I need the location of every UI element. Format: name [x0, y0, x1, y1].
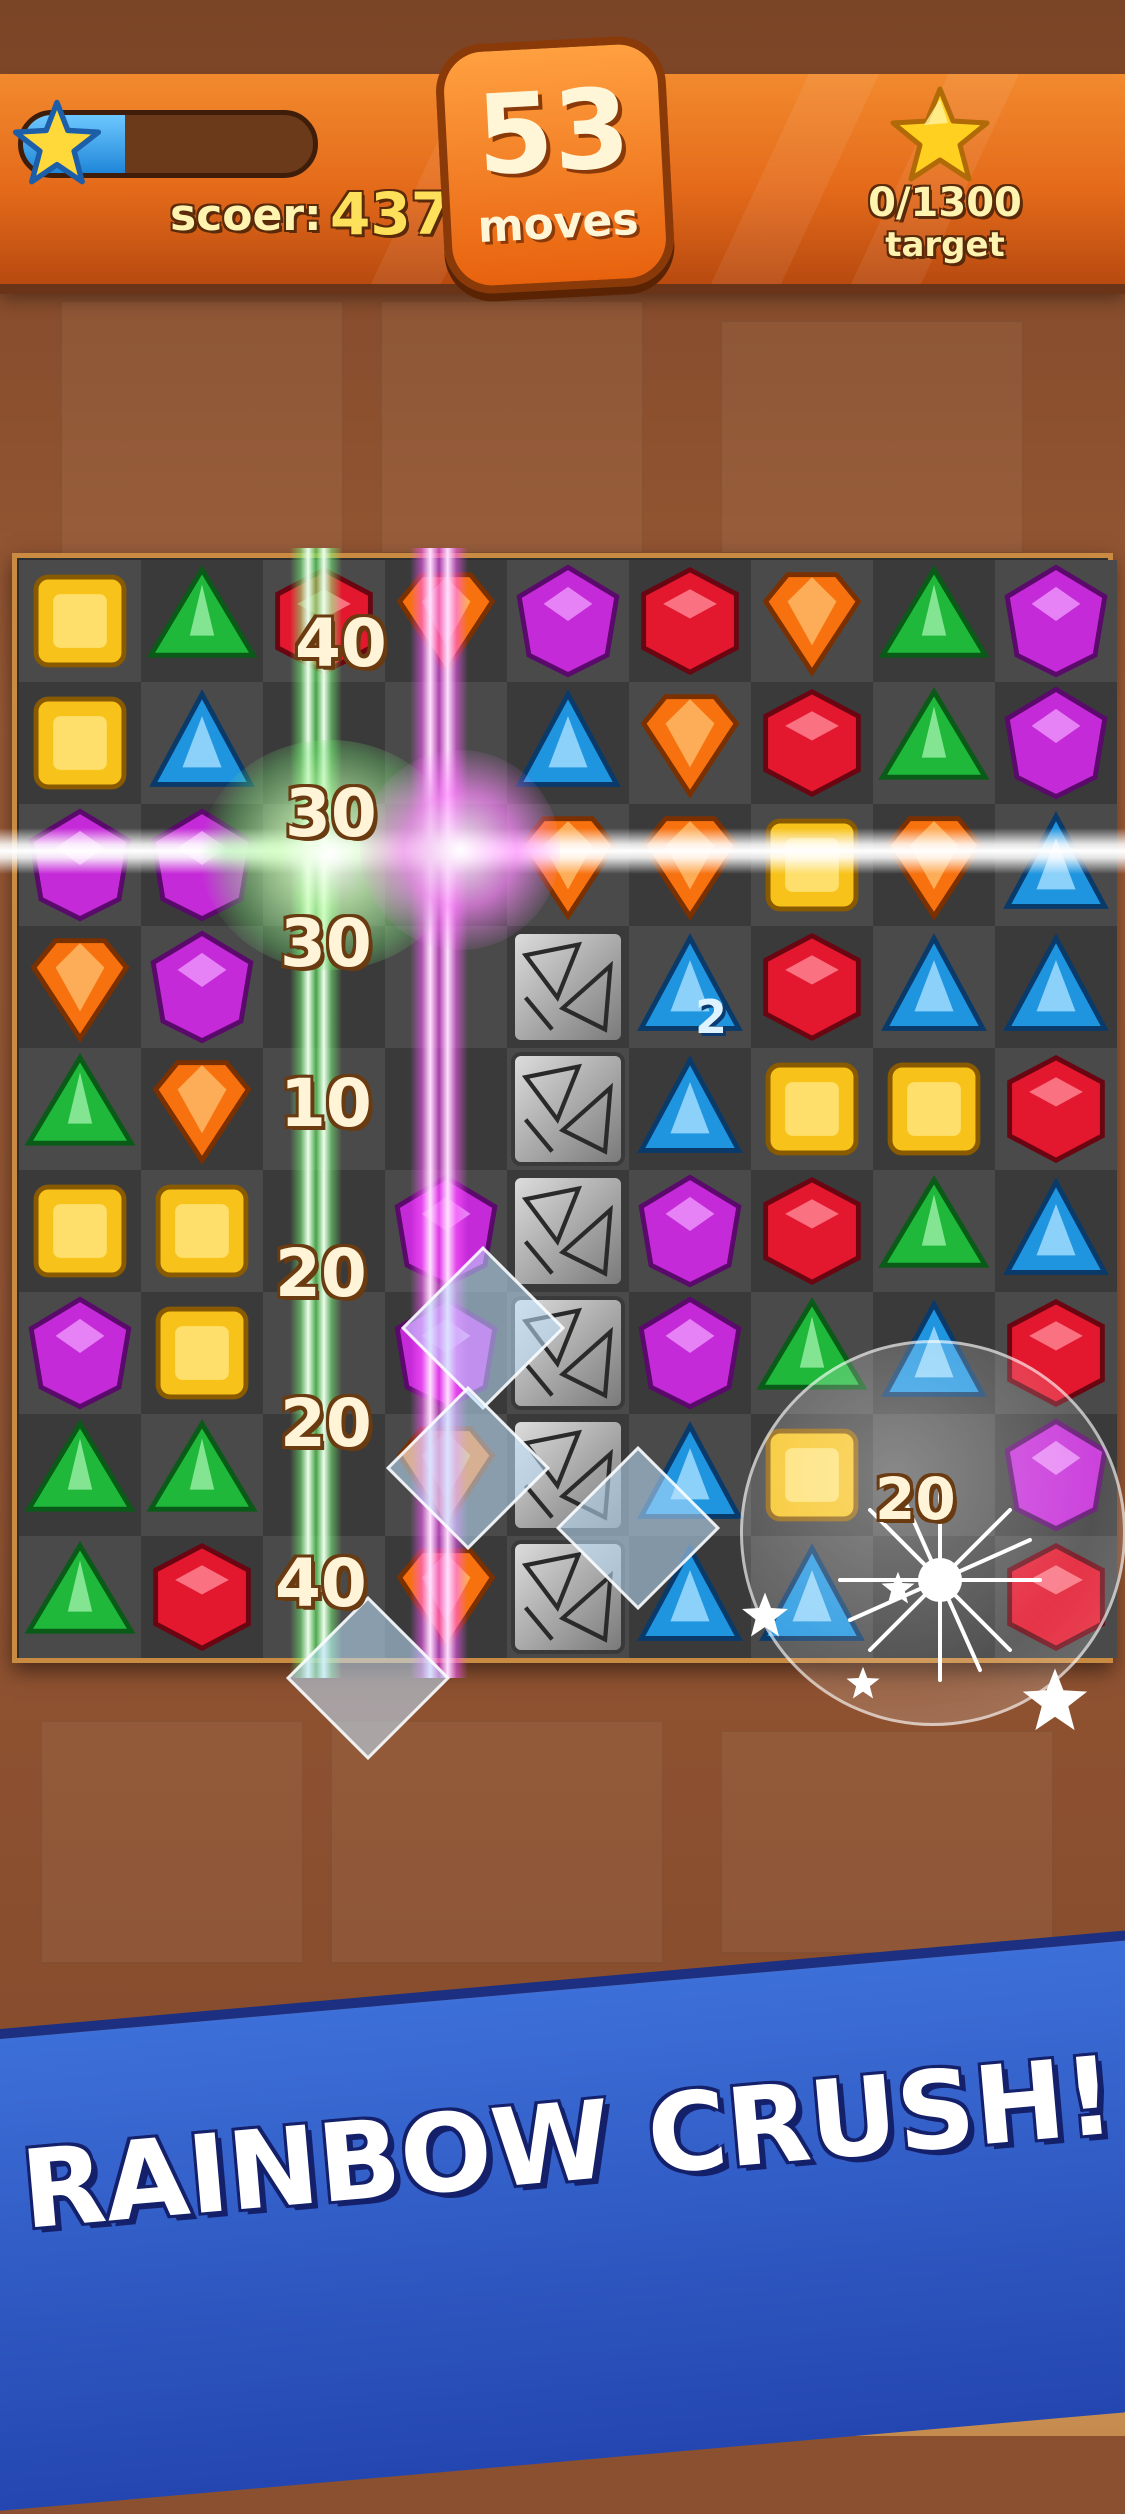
- score-pop: 40: [275, 1545, 367, 1622]
- yellow-square-gem[interactable]: [19, 682, 141, 804]
- yellow-square-gem[interactable]: [19, 1170, 141, 1292]
- moves-value: 53: [473, 64, 634, 200]
- purple-hex-gem[interactable]: [629, 1292, 751, 1414]
- green-pyramid-gem[interactable]: [141, 1414, 263, 1536]
- score-pop: 20: [875, 1465, 956, 1533]
- score-pop: 20: [275, 1235, 367, 1312]
- target-label: target: [885, 225, 1005, 265]
- star-icon: [12, 99, 102, 185]
- tile-counter: 2: [695, 990, 728, 1044]
- red-hex-gem[interactable]: [751, 1170, 873, 1292]
- score-value: 437: [330, 180, 452, 248]
- wall-panel: [330, 1720, 664, 1964]
- red-hex-gem[interactable]: [995, 1048, 1117, 1170]
- score-pop: 20: [280, 1385, 372, 1462]
- purple-hex-gem[interactable]: [995, 682, 1117, 804]
- pink-burst: [360, 750, 560, 950]
- score-pop: 30: [285, 775, 377, 852]
- purple-hex-gem[interactable]: [141, 926, 263, 1048]
- small-star-icon: [742, 1592, 788, 1637]
- yellow-square-gem[interactable]: [141, 1170, 263, 1292]
- wall-panel: [720, 1730, 1054, 1954]
- yellow-square-gem[interactable]: [19, 560, 141, 682]
- wall-panel: [720, 320, 1024, 554]
- wall-panel: [60, 300, 344, 564]
- red-hex-gem[interactable]: [629, 560, 751, 682]
- red-hex-gem[interactable]: [141, 1536, 263, 1658]
- score-label: scoer:: [170, 190, 322, 241]
- purple-hex-gem[interactable]: [995, 560, 1117, 682]
- purple-hex-gem[interactable]: [19, 1292, 141, 1414]
- red-hex-gem[interactable]: [751, 926, 873, 1048]
- stone-block: [511, 1174, 625, 1288]
- stone-block: [511, 1052, 625, 1166]
- score-pop: 30: [280, 905, 372, 982]
- green-pyramid-gem[interactable]: [19, 1048, 141, 1170]
- orange-diamond-gem[interactable]: [141, 1048, 263, 1170]
- blue-triangle-gem[interactable]: [995, 1170, 1117, 1292]
- score-pop: 40: [295, 605, 387, 682]
- score-pop: 10: [280, 1065, 372, 1142]
- moves-label: moves: [476, 193, 640, 254]
- small-star-icon: [846, 1666, 880, 1699]
- moves-badge: 53 moves: [433, 34, 677, 296]
- wall-panel: [380, 300, 644, 554]
- small-star-icon: [1022, 1668, 1088, 1731]
- green-pyramid-gem[interactable]: [141, 560, 263, 682]
- purple-hex-gem[interactable]: [507, 560, 629, 682]
- target-star-icon: [890, 86, 990, 182]
- green-pyramid-gem[interactable]: [19, 1536, 141, 1658]
- blue-triangle-gem[interactable]: [873, 926, 995, 1048]
- orange-diamond-gem[interactable]: [19, 926, 141, 1048]
- stone-block: [511, 930, 625, 1044]
- yellow-square-gem[interactable]: [751, 1048, 873, 1170]
- blue-triangle-gem[interactable]: [629, 926, 751, 1048]
- yellow-square-gem[interactable]: [141, 1292, 263, 1414]
- white-horizontal-beam: [0, 828, 1125, 874]
- blue-triangle-gem[interactable]: [995, 926, 1117, 1048]
- green-pyramid-gem[interactable]: [873, 1170, 995, 1292]
- blue-triangle-gem[interactable]: [629, 1048, 751, 1170]
- purple-hex-gem[interactable]: [629, 1170, 751, 1292]
- green-pyramid-gem[interactable]: [873, 560, 995, 682]
- orange-diamond-gem[interactable]: [629, 682, 751, 804]
- orange-diamond-gem[interactable]: [751, 560, 873, 682]
- target-value: 0/1300: [868, 180, 1022, 226]
- green-pyramid-gem[interactable]: [19, 1414, 141, 1536]
- wall-panel: [40, 1720, 304, 1964]
- red-hex-gem[interactable]: [751, 682, 873, 804]
- green-pyramid-gem[interactable]: [873, 682, 995, 804]
- small-star-icon: [881, 1571, 915, 1604]
- yellow-square-gem[interactable]: [873, 1048, 995, 1170]
